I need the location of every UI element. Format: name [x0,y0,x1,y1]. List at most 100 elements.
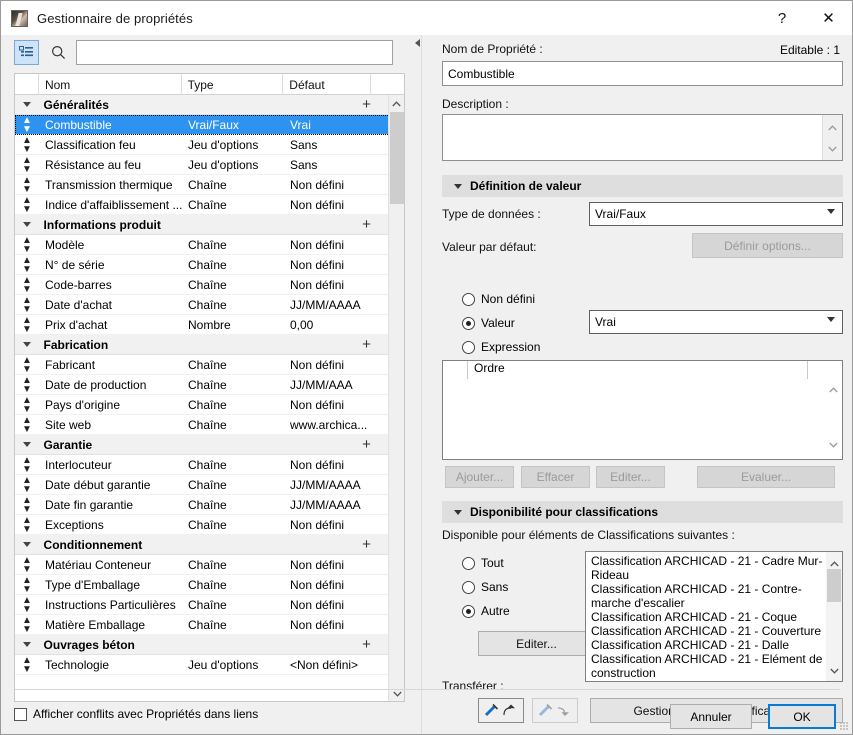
table-row[interactable]: ▲ ▼ Matière Emballage Chaîne Non défini [15,615,390,635]
search-input[interactable] [76,40,393,65]
classification-list-item[interactable]: Classification ARCHICAD - 21 - Elément d… [586,652,824,680]
classification-list-scrollbar[interactable] [826,552,842,681]
classification-list-item[interactable]: Classification ARCHICAD - 21 - Couvertur… [586,624,824,638]
row-drag-handle[interactable]: ▲ ▼ [15,656,39,674]
define-options-button[interactable]: Définir options... [692,233,843,258]
row-drag-handle[interactable]: ▲ ▼ [15,136,39,154]
table-row[interactable]: ▲ ▼ Modèle Chaîne Non défini [15,235,390,255]
row-drag-handle[interactable]: ▲ ▼ [15,276,39,294]
scroll-down-arrow[interactable] [389,685,404,701]
row-drag-handle[interactable]: ▲ ▼ [15,596,39,614]
table-row[interactable]: ▲ ▼ Date de production Chaîne JJ/MM/AAA [15,375,390,395]
delete-value-button[interactable]: Effacer [521,466,590,488]
table-group-row[interactable]: Informations produit + [15,215,390,235]
table-row[interactable]: ▲ ▼ N° de série Chaîne Non défini [15,255,390,275]
row-drag-handle[interactable]: ▲ ▼ [15,496,39,514]
row-drag-handle[interactable]: ▲ ▼ [15,116,39,134]
tree-view-icon[interactable] [14,40,39,65]
classification-list-item[interactable]: Classification ARCHICAD - 21 - Cadre Mur… [586,554,824,582]
row-drag-handle[interactable]: ▲ ▼ [15,196,39,214]
group-expand-icon[interactable] [15,222,38,227]
property-name-input[interactable]: Combustible [442,61,843,86]
add-property-button[interactable]: + [343,336,390,353]
row-drag-handle[interactable]: ▲ ▼ [15,176,39,194]
table-group-row[interactable]: Garantie + [15,435,390,455]
description-textarea[interactable] [442,114,843,161]
row-drag-handle[interactable]: ▲ ▼ [15,256,39,274]
row-drag-handle[interactable]: ▲ ▼ [15,576,39,594]
row-drag-handle[interactable]: ▲ ▼ [15,376,39,394]
edit-value-button[interactable]: Editer... [596,466,665,488]
table-row[interactable]: ▲ ▼ Instructions Particulières Chaîne Non dé… [15,595,390,615]
classification-list-item[interactable]: Classification ARCHICAD - 21 - Contre-ma… [586,582,824,610]
pane-splitter[interactable] [411,35,433,734]
table-row[interactable]: ▲ ▼ Matériau Conteneur Chaîne Non défini [15,555,390,575]
class-scroll-down-icon[interactable] [830,663,839,677]
add-property-button[interactable]: + [343,216,390,233]
table-group-row[interactable]: Fabrication + [15,335,390,355]
order-scroll-up-icon[interactable] [829,382,838,396]
add-property-button[interactable]: + [343,536,390,553]
scroll-thumb[interactable] [390,112,404,204]
evaluate-button[interactable]: Evaluer... [697,466,835,488]
group-expand-icon[interactable] [15,102,38,107]
radio-expression[interactable]: Expression [462,340,540,354]
eyedropper-pick-icon[interactable] [478,698,524,723]
radio-non-defini[interactable]: Non défini [462,292,535,306]
table-row[interactable]: ▲ ▼ Indice d'affaiblissement ... Chaîne Non … [15,195,390,215]
table-row[interactable]: ▲ ▼ Date d'achat Chaîne JJ/MM/AAAA [15,295,390,315]
class-scroll-thumb[interactable] [827,569,841,602]
table-row[interactable]: ▲ ▼ Pays d'origine Chaîne Non défini [15,395,390,415]
default-value-select[interactable]: Vrai [589,310,843,334]
table-row[interactable]: ▲ ▼ Transmission thermique Chaîne Non défini [15,175,390,195]
table-row[interactable]: ▲ ▼ Combustible Vrai/Faux Vrai [15,115,390,135]
radio-icon[interactable] [462,340,475,354]
radio-icon[interactable] [462,556,475,570]
collapse-left-arrow-icon[interactable] [415,39,420,47]
row-drag-handle[interactable]: ▲ ▼ [15,516,39,534]
show-conflicts-checkbox-row[interactable]: Afficher conflits avec Propriétés dans l… [14,707,258,721]
group-expand-icon[interactable] [15,442,38,447]
table-row[interactable]: ▲ ▼ Classification feu Jeu d'options Sans [15,135,390,155]
classification-list-item[interactable]: Classification ARCHICAD - 21 - Coque [586,610,824,624]
table-row[interactable]: ▲ ▼ Code-barres Chaîne Non défini [15,275,390,295]
search-icon[interactable] [45,45,71,60]
table-row[interactable]: ▲ ▼ Interlocuteur Chaîne Non défini [15,455,390,475]
add-property-button[interactable]: + [343,636,390,653]
close-button[interactable]: ✕ [805,1,852,35]
list-scrollbar[interactable] [388,95,404,701]
table-group-row[interactable]: Généralités + [15,95,390,115]
radio-icon[interactable] [462,604,475,618]
table-row[interactable]: ▲ ▼ Technologie Jeu d'options <Non défini> [15,655,390,675]
data-type-select[interactable]: Vrai/Faux [589,202,843,226]
help-button[interactable]: ? [759,1,805,35]
resize-grip[interactable] [840,722,849,731]
row-drag-handle[interactable]: ▲ ▼ [15,296,39,314]
order-list[interactable]: Ordre [442,360,843,460]
availability-edit-button[interactable]: Editer... [478,631,595,656]
row-drag-handle[interactable]: ▲ ▼ [15,416,39,434]
add-property-button[interactable]: + [343,96,390,113]
row-drag-handle[interactable]: ▲ ▼ [15,456,39,474]
column-header-defaut[interactable]: Défaut [283,74,372,95]
table-row[interactable]: ▲ ▼ Site web Chaîne www.archica... [15,415,390,435]
row-drag-handle[interactable]: ▲ ▼ [15,316,39,334]
desc-scroll-down-icon[interactable] [828,141,837,155]
table-row[interactable]: ▲ ▼ Date fin garantie Chaîne JJ/MM/AAAA [15,495,390,515]
description-scrollbar[interactable] [822,115,842,160]
table-group-row[interactable]: Ouvrages béton + [15,635,390,655]
column-header-handle[interactable] [15,74,39,95]
group-expand-icon[interactable] [15,342,38,347]
radio-tout[interactable]: Tout [462,556,504,570]
table-row[interactable]: ▲ ▼ Fabricant Chaîne Non défini [15,355,390,375]
radio-valeur[interactable]: Valeur [462,316,515,330]
column-header-type[interactable]: Type [182,74,284,95]
desc-scroll-up-icon[interactable] [828,120,837,134]
row-drag-handle[interactable]: ▲ ▼ [15,156,39,174]
classification-list-item[interactable]: Classification ARCHICAD - 21 - Emballage [586,680,824,681]
radio-icon[interactable] [462,580,475,594]
row-drag-handle[interactable]: ▲ ▼ [15,616,39,634]
table-row[interactable]: ▲ ▼ Type d'Emballage Chaîne Non défini [15,575,390,595]
table-row[interactable]: ▲ ▼ Exceptions Chaîne Non défini [15,515,390,535]
row-drag-handle[interactable]: ▲ ▼ [15,396,39,414]
